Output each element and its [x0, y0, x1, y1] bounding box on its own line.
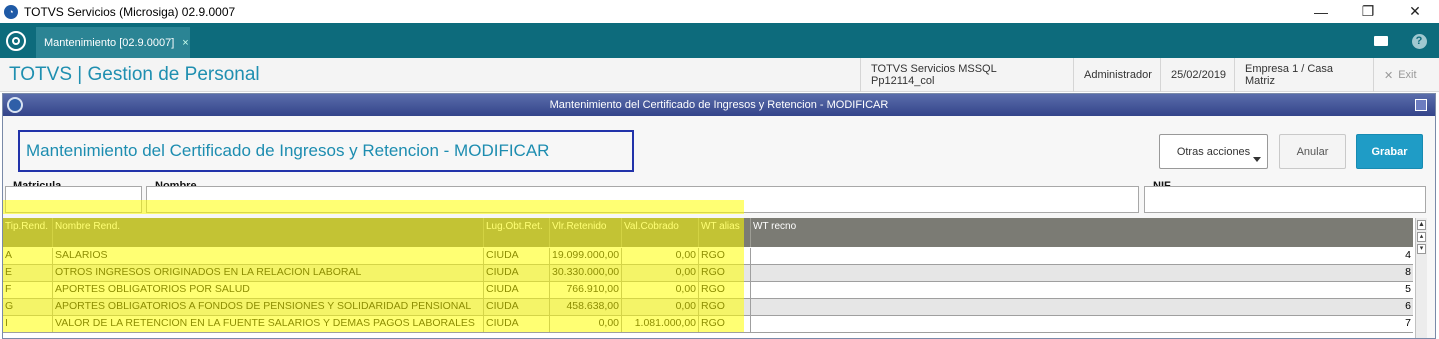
cell-nombre: APORTES OBLIGATORIOS A FONDOS DE PENSION…	[53, 299, 484, 315]
cell-recno: 6	[1405, 300, 1411, 312]
data-grid[interactable]: Tip.Rend. Nombre Rend. Lug.Obt.Ret. Vlr.…	[3, 218, 1427, 338]
cell-nombre: OTROS INGRESOS ORIGINADOS EN LA RELACION…	[53, 265, 484, 281]
table-row[interactable]: F APORTES OBLIGATORIOS POR SALUD CIUDA 7…	[3, 282, 1413, 299]
close-icon[interactable]: ✕	[1392, 0, 1438, 23]
cancel-button[interactable]: Anular	[1279, 134, 1346, 169]
table-row[interactable]: A SALARIOS CIUDA 19.099.000,00 0,00 RGO …	[3, 248, 1413, 265]
totvs-logo-icon: ◔	[4, 4, 18, 19]
cell-cobrado: 1.081.000,00	[622, 316, 699, 332]
exit-icon: ✕	[1384, 69, 1394, 82]
date-info: 25/02/2019	[1160, 58, 1234, 92]
cell-nombre: VALOR DE LA RETENCION EN LA FUENTE SALAR…	[53, 316, 484, 332]
mail-icon[interactable]	[1366, 27, 1396, 55]
cell-lug: CIUDA	[484, 248, 550, 264]
chevron-down-icon	[1253, 157, 1261, 162]
column-header[interactable]: Tip.Rend.	[3, 218, 53, 247]
help-icon[interactable]: ?	[1404, 27, 1434, 55]
restore-icon[interactable]: ❐	[1345, 0, 1391, 23]
cell-alias: RGO	[699, 282, 751, 298]
cell-lug: CIUDA	[484, 299, 550, 315]
tab-label: Mantenimiento [02.9.0007]	[44, 36, 175, 49]
cell-recno: 7	[1405, 317, 1411, 329]
page-title: Mantenimiento del Certificado de Ingreso…	[18, 130, 634, 172]
cell-cobrado: 0,00	[622, 299, 699, 315]
cell-retenido: 458.638,00	[550, 299, 622, 315]
scroll-down-icon[interactable]: ▾	[1417, 244, 1426, 254]
dialog-close-icon[interactable]	[1415, 99, 1427, 111]
cell-alias: RGO	[699, 248, 751, 264]
cell-lug: CIUDA	[484, 265, 550, 281]
cell-tip: E	[3, 265, 53, 281]
cell-cobrado: 0,00	[622, 248, 699, 264]
save-button[interactable]: Grabar	[1356, 134, 1423, 169]
company-info[interactable]: Empresa 1 / Casa Matriz	[1234, 58, 1374, 92]
column-header[interactable]: Lug.Obt.Ret.	[484, 218, 550, 247]
column-header[interactable]: Val.Cobrado	[622, 218, 699, 247]
cell-lug: CIUDA	[484, 282, 550, 298]
nombre-field[interactable]	[146, 186, 1139, 213]
dialog-titlebar: Mantenimiento del Certificado de Ingreso…	[3, 94, 1435, 116]
cell-lug: CIUDA	[484, 316, 550, 332]
product-title: TOTVS | Gestion de Personal	[9, 64, 260, 85]
scroll-up-icon[interactable]: ▴	[1417, 232, 1426, 242]
window-titlebar: ◔ TOTVS Servicios (Microsiga) 02.9.0007 …	[0, 0, 1439, 23]
exit-label: Exit	[1398, 69, 1417, 81]
cell-tip: I	[3, 316, 53, 332]
cell-retenido: 19.099.000,00	[550, 248, 622, 264]
cell-recno: 5	[1405, 283, 1411, 295]
dialog-icon	[7, 97, 23, 113]
cell-recno: 4	[1405, 249, 1411, 261]
dialog-title: Mantenimiento del Certificado de Ingreso…	[549, 99, 889, 111]
grid-header: Tip.Rend. Nombre Rend. Lug.Obt.Ret. Vlr.…	[3, 218, 1413, 247]
table-row[interactable]: G APORTES OBLIGATORIOS A FONDOS DE PENSI…	[3, 299, 1413, 316]
exit-button[interactable]: ✕ Exit	[1373, 58, 1439, 92]
window-title: TOTVS Servicios (Microsiga) 02.9.0007	[24, 4, 236, 19]
tab-mantenimiento[interactable]: Mantenimiento [02.9.0007] ×	[36, 27, 190, 58]
totvs-menu-icon[interactable]	[6, 31, 26, 51]
cell-cobrado: 0,00	[622, 265, 699, 281]
dialog-window: Mantenimiento del Certificado de Ingreso…	[2, 93, 1436, 339]
cell-nombre: APORTES OBLIGATORIOS POR SALUD	[53, 282, 484, 298]
cell-alias: RGO	[699, 265, 751, 281]
column-header[interactable]: Nombre Rend.	[53, 218, 484, 247]
cell-alias: RGO	[699, 316, 751, 332]
more-actions-button[interactable]: Otras acciones	[1159, 134, 1268, 169]
cell-retenido: 0,00	[550, 316, 622, 332]
grid-scrollbar[interactable]: ▲ ▴ ▾	[1415, 218, 1427, 338]
product-header: TOTVS | Gestion de Personal TOTVS Servic…	[0, 58, 1439, 92]
column-header[interactable]: WT recno	[751, 218, 1413, 247]
more-actions-label: Otras acciones	[1176, 145, 1251, 158]
column-header[interactable]: WT alias	[699, 218, 751, 247]
scroll-top-icon[interactable]: ▲	[1417, 220, 1426, 230]
user-info: Administrador	[1073, 58, 1159, 92]
table-row[interactable]: E OTROS INGRESOS ORIGINADOS EN LA RELACI…	[3, 265, 1413, 282]
cell-tip: G	[3, 299, 53, 315]
cell-recno: 8	[1405, 266, 1411, 278]
table-row[interactable]: I VALOR DE LA RETENCION EN LA FUENTE SAL…	[3, 316, 1413, 333]
tab-close-icon[interactable]: ×	[182, 37, 188, 49]
cell-retenido: 30.330.000,00	[550, 265, 622, 281]
cell-alias: RGO	[699, 299, 751, 315]
cell-retenido: 766.910,00	[550, 282, 622, 298]
cell-tip: A	[3, 248, 53, 264]
cell-tip: F	[3, 282, 53, 298]
environment-info: TOTVS Servicios MSSQL Pp12114_col	[860, 58, 1070, 92]
minimize-icon[interactable]: —	[1298, 0, 1344, 23]
cell-cobrado: 0,00	[622, 282, 699, 298]
app-tabbar: Mantenimiento [02.9.0007] × ?	[0, 23, 1439, 58]
matricula-field[interactable]	[5, 186, 142, 213]
cell-nombre: SALARIOS	[53, 248, 484, 264]
column-header[interactable]: Vlr.Retenido	[550, 218, 622, 247]
nif-field[interactable]	[1144, 186, 1426, 213]
